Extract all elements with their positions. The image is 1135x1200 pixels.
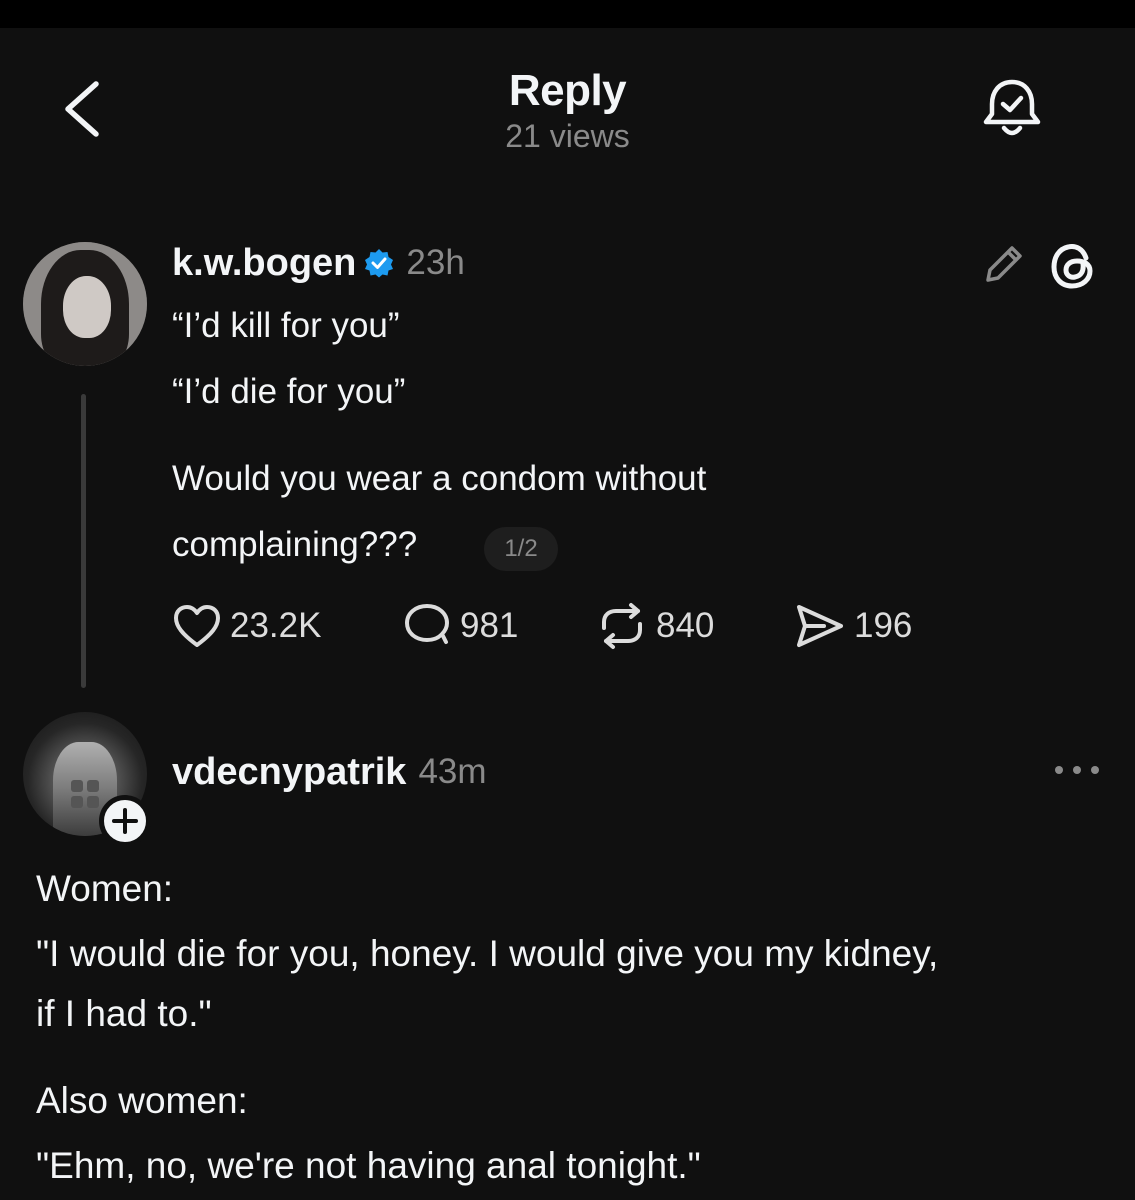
avatar-detail: [71, 780, 83, 792]
plus-icon: [112, 808, 138, 834]
post-text-line: Would you wear a condom without: [172, 459, 707, 498]
ellipsis-icon: [1055, 766, 1099, 774]
repost-button[interactable]: 840: [596, 600, 714, 652]
avatar-face: [63, 276, 111, 338]
bell-check-icon: [983, 79, 1041, 136]
comment-button[interactable]: 981: [402, 600, 518, 652]
follow-plus-button[interactable]: [99, 795, 151, 847]
avatar-detail: [87, 796, 99, 808]
reply-text-line: "Ehm, no, we're not having anal tonight.…: [36, 1145, 701, 1186]
page-title: Reply: [508, 66, 627, 115]
like-count: 23.2K: [230, 606, 322, 645]
avatar-detail: [71, 796, 83, 808]
post-text-line: “I’d die for you”: [172, 372, 406, 411]
reply-username[interactable]: vdecnypatrik: [172, 751, 406, 794]
reply-text-line: Also women:: [36, 1080, 248, 1121]
post-text-line: “I’d kill for you”: [172, 306, 400, 345]
threads-logo-icon: [1048, 240, 1100, 292]
like-button[interactable]: 23.2K: [172, 600, 321, 652]
view-count: 21 views: [505, 118, 630, 154]
reply-text-line: Women:: [36, 868, 174, 909]
reply-text-line: if I had to.": [36, 993, 212, 1034]
thread-connector-line: [81, 394, 86, 688]
heart-icon: [174, 605, 220, 647]
avatar[interactable]: [23, 242, 147, 366]
edit-button[interactable]: [980, 240, 1028, 288]
pencil-icon: [986, 246, 1022, 282]
post-username[interactable]: k.w.bogen: [172, 242, 356, 285]
reply-timestamp: 43m: [418, 752, 487, 791]
thread-page-indicator: 1/2: [484, 527, 558, 571]
repost-count: 840: [656, 606, 715, 645]
comment-icon: [405, 604, 449, 644]
status-bar-strip: [0, 0, 1135, 28]
reply-count: 981: [460, 606, 519, 645]
verified-badge-icon: [365, 249, 394, 278]
more-options-button[interactable]: [1052, 752, 1102, 788]
send-icon: [797, 605, 843, 647]
post-text-line: complaining???: [172, 525, 418, 564]
avatar-detail: [87, 780, 99, 792]
repost-icon: [602, 603, 642, 649]
post-timestamp: 23h: [406, 243, 465, 282]
reply-header: vdecnypatrik 43m: [172, 747, 487, 797]
share-button[interactable]: 196: [794, 600, 912, 652]
notification-bell-button[interactable]: [980, 76, 1044, 142]
share-count: 196: [854, 606, 913, 645]
post-header: k.w.bogen 23h: [172, 238, 465, 288]
reply-text-line: "I would die for you, honey. I would giv…: [36, 933, 939, 974]
